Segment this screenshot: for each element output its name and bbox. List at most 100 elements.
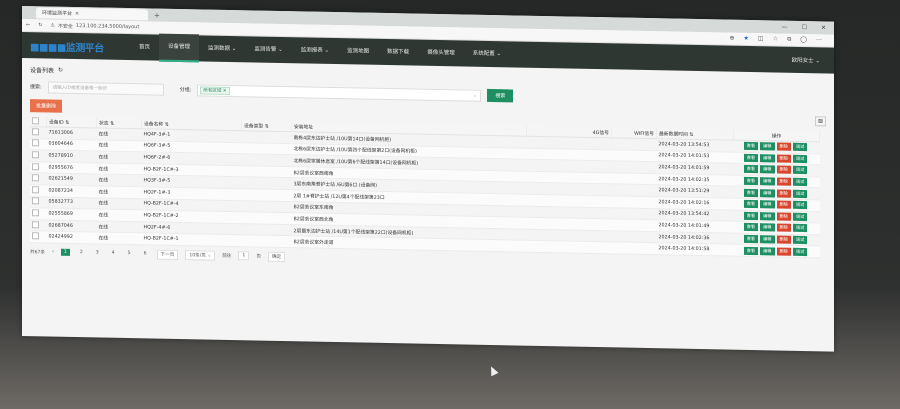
- monitor-photo: 环境监测平台 ✕ + — ☐ ✕ ← ↻ ⚠ 不安全 123.100.234.5…: [0, 0, 900, 409]
- favorites-icon[interactable]: ☆: [773, 35, 778, 43]
- edit-button[interactable]: 编辑: [760, 142, 775, 151]
- view-button[interactable]: 查看: [743, 165, 759, 174]
- nav-monitor-alarm[interactable]: 监测告警 ⌄: [245, 36, 291, 63]
- view-button[interactable]: 查看: [743, 223, 759, 232]
- delete-button[interactable]: 删除: [776, 247, 791, 256]
- user-menu[interactable]: 欧阳女士 ⌄: [792, 56, 834, 65]
- wifi-signal: [611, 172, 657, 186]
- debug-button[interactable]: 调试: [792, 201, 808, 210]
- edit-button[interactable]: 编辑: [760, 246, 775, 256]
- nav-monitor-report[interactable]: 监测报表 ⌄: [292, 37, 338, 64]
- debug-button[interactable]: 调试: [792, 177, 808, 187]
- edit-button[interactable]: 编辑: [760, 212, 775, 221]
- refresh-icon[interactable]: ↻: [58, 67, 63, 74]
- nav-monitor-map[interactable]: 监测地图: [338, 38, 378, 65]
- region-select[interactable]: 所有区域 ✕ ⌄: [197, 83, 482, 102]
- debug-button[interactable]: 调试: [792, 224, 808, 233]
- edit-button[interactable]: 编辑: [760, 223, 775, 232]
- close-window-icon[interactable]: ✕: [821, 24, 826, 31]
- back-icon[interactable]: ←: [26, 22, 30, 28]
- debug-button[interactable]: 调试: [792, 189, 808, 198]
- delete-button[interactable]: 删除: [776, 154, 791, 163]
- view-button[interactable]: 查看: [743, 176, 759, 186]
- reload-icon[interactable]: ↻: [38, 22, 42, 28]
- split-screen-icon[interactable]: ◫: [758, 35, 764, 43]
- debug-button[interactable]: 调试: [792, 143, 808, 152]
- page-5[interactable]: 5: [125, 250, 134, 257]
- prev-page-icon[interactable]: ‹: [52, 250, 54, 255]
- batch-delete-button[interactable]: 批量删除: [30, 99, 63, 113]
- device-type: [241, 130, 292, 144]
- debug-button[interactable]: 调试: [792, 212, 808, 221]
- url-field[interactable]: ⚠ 不安全 123.100.234.5000/layout: [50, 22, 139, 31]
- debug-button[interactable]: 调试: [792, 166, 808, 175]
- row-checkbox[interactable]: [32, 220, 39, 228]
- delete-button[interactable]: 删除: [776, 189, 791, 198]
- nav-camera-management[interactable]: 摄像头管理: [418, 40, 464, 67]
- row-checkbox[interactable]: [32, 139, 39, 147]
- profile-icon[interactable]: ◯: [800, 36, 807, 44]
- view-button[interactable]: 查看: [743, 188, 759, 197]
- region-tag[interactable]: 所有区域 ✕: [200, 85, 230, 95]
- maximize-icon[interactable]: ☐: [802, 24, 807, 31]
- view-button[interactable]: 查看: [743, 142, 759, 151]
- page-2[interactable]: 2: [77, 249, 86, 256]
- select-all-checkbox[interactable]: [32, 116, 39, 124]
- nav-monitor-data[interactable]: 监测数据 ⌄: [199, 35, 245, 62]
- browser-tab[interactable]: 环境监测平台 ✕: [36, 7, 148, 21]
- page-size-select[interactable]: 10条/页 ⌄: [185, 250, 216, 261]
- row-checkbox[interactable]: [32, 127, 39, 136]
- delete-button[interactable]: 删除: [776, 212, 791, 221]
- search-input[interactable]: 请输入ID或者设备唯一标识: [47, 80, 164, 96]
- debug-button[interactable]: 调试: [792, 247, 808, 256]
- page-1[interactable]: 1: [60, 249, 70, 257]
- page-3[interactable]: 3: [93, 250, 102, 257]
- row-checkbox[interactable]: [32, 209, 39, 217]
- column-settings-icon[interactable]: ▤: [815, 115, 826, 126]
- row-checkbox[interactable]: [32, 197, 39, 205]
- view-button[interactable]: 查看: [743, 234, 759, 244]
- edit-button[interactable]: 编辑: [760, 188, 775, 198]
- edit-button[interactable]: 编辑: [760, 154, 775, 163]
- view-button[interactable]: 查看: [743, 246, 759, 255]
- view-button[interactable]: 查看: [743, 200, 759, 209]
- nav-device-management[interactable]: 设备管理: [159, 33, 200, 63]
- view-button[interactable]: 查看: [743, 211, 759, 220]
- goto-input[interactable]: 1: [238, 251, 250, 261]
- favorite-star-icon[interactable]: ★: [744, 35, 749, 43]
- zoom-icon[interactable]: ⊕: [730, 35, 735, 43]
- row-checkbox[interactable]: [32, 185, 39, 194]
- delete-button[interactable]: 删除: [776, 142, 791, 152]
- minimize-icon[interactable]: —: [782, 24, 788, 31]
- nav-system-config[interactable]: 系统配置 ⌄: [464, 40, 510, 67]
- debug-button[interactable]: 调试: [792, 235, 808, 245]
- delete-button[interactable]: 删除: [776, 177, 791, 186]
- page-6[interactable]: 6: [141, 251, 150, 258]
- more-icon[interactable]: ⋯: [816, 36, 822, 44]
- view-button[interactable]: 查看: [743, 153, 759, 163]
- page-4[interactable]: 4: [109, 250, 118, 257]
- edit-button[interactable]: 编辑: [760, 165, 775, 174]
- security-label: 不安全: [57, 23, 73, 30]
- edit-button[interactable]: 编辑: [760, 235, 775, 244]
- debug-button[interactable]: 调试: [792, 154, 808, 163]
- search-button[interactable]: 搜索: [487, 88, 514, 103]
- delete-button[interactable]: 删除: [776, 235, 791, 244]
- nav-home[interactable]: 首页: [130, 34, 159, 61]
- device-status: 在线: [96, 220, 142, 234]
- delete-button[interactable]: 删除: [776, 165, 791, 175]
- row-checkbox[interactable]: [32, 162, 39, 170]
- edit-button[interactable]: 编辑: [760, 200, 775, 209]
- next-page-button[interactable]: 下一页: [156, 249, 179, 260]
- close-tab-icon[interactable]: ✕: [75, 11, 79, 17]
- row-checkbox[interactable]: [32, 232, 39, 240]
- row-checkbox[interactable]: [32, 174, 39, 182]
- new-tab-icon[interactable]: +: [154, 11, 160, 19]
- collections-icon[interactable]: ⧉: [787, 36, 791, 44]
- edit-button[interactable]: 编辑: [760, 177, 775, 186]
- delete-button[interactable]: 删除: [776, 200, 791, 210]
- delete-button[interactable]: 删除: [776, 223, 791, 233]
- goto-confirm-button[interactable]: 确定: [267, 251, 286, 262]
- nav-data-download[interactable]: 数据下载: [378, 39, 418, 66]
- row-checkbox[interactable]: [32, 151, 39, 159]
